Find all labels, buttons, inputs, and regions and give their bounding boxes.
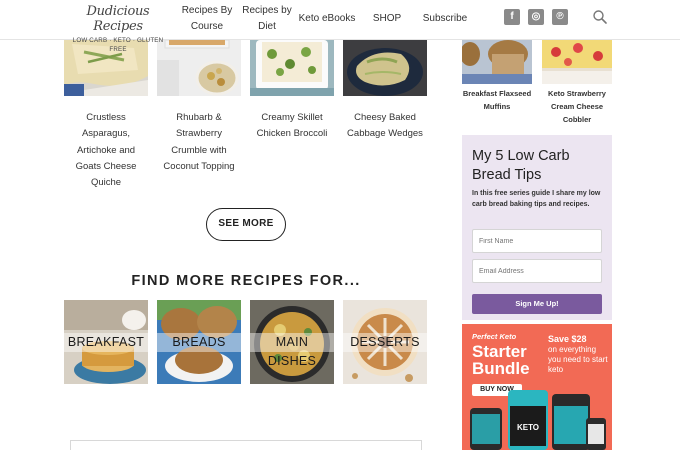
category-tile-breakfast[interactable]: BREAKFAST: [64, 300, 148, 384]
newsletter-signup-box: My 5 Low Carb Bread Tips In this free se…: [462, 135, 612, 320]
search-icon[interactable]: [592, 9, 608, 25]
sidebar-image-flaxseed-muffins[interactable]: [462, 40, 532, 84]
perfect-keto-ad[interactable]: Perfect Keto Starter Bundle Save $28 on …: [462, 324, 612, 450]
nav-diet-line1: Recipes by: [242, 5, 292, 16]
recipe-title-asparagus-quiche[interactable]: Crustless Asparagus, Artichoke and Goats…: [64, 110, 148, 191]
ad-product-keto-label: KETO: [517, 423, 539, 432]
category-label-desserts: DESSERTS: [350, 335, 420, 349]
first-name-field[interactable]: [472, 229, 602, 253]
recipe-title-rhubarb-crumble[interactable]: Rhubarb & Strawberry Crumble with Coconu…: [157, 110, 241, 175]
recipe-image-cabbage-wedges[interactable]: [343, 40, 427, 96]
category-tile-desserts[interactable]: DESSERTS: [343, 300, 427, 384]
nav-recipes-by-course[interactable]: Recipes By Course: [178, 3, 236, 35]
recipe-image-rhubarb-crumble[interactable]: [157, 40, 241, 96]
ad-product-image: KETO: [470, 390, 606, 450]
ad-title: Starter Bundle: [472, 342, 530, 378]
ad-copy: on everything you need to start keto: [548, 345, 608, 374]
recipe-title-cabbage-wedges[interactable]: Cheesy Baked Cabbage Wedges: [343, 110, 427, 143]
nav-diet-line2: Diet: [258, 21, 276, 32]
signup-description: In this free series guide I share my low…: [472, 190, 601, 208]
logo-tagline: LOW CARB · KETO · GLUTEN FREE: [72, 37, 164, 53]
ad-brand: Perfect Keto: [472, 332, 517, 341]
recipe-image-chicken-broccoli[interactable]: [250, 40, 334, 96]
logo-script-text: Dudicious Recipes: [86, 4, 150, 34]
recipe-title-chicken-broccoli[interactable]: Creamy Skillet Chicken Broccoli: [250, 110, 334, 143]
find-more-heading: FIND MORE RECIPES FOR...: [131, 273, 361, 289]
email-field[interactable]: [472, 259, 602, 283]
sidebar-image-strawberry-cobbler[interactable]: [542, 40, 612, 84]
pinterest-icon[interactable]: ℗: [552, 9, 568, 25]
instagram-icon[interactable]: ◎: [528, 9, 544, 25]
nav-recipes-by-diet[interactable]: Recipes by Diet: [242, 3, 292, 35]
ad-savings: Save $28: [548, 334, 587, 344]
site-header: Dudicious Recipes LOW CARB · KETO · GLUT…: [0, 0, 680, 53]
sidebar-title-strawberry-cobbler[interactable]: Keto Strawberry Cream Cheese Cobbler: [541, 87, 613, 126]
category-tile-main-dishes[interactable]: MAIN DISHES: [250, 300, 334, 384]
nav-course-line1: Recipes By: [181, 5, 233, 16]
site-logo[interactable]: Dudicious Recipes LOW CARB · KETO · GLUT…: [72, 4, 164, 53]
sidebar-title-flaxseed-muffins[interactable]: Breakfast Flaxseed Muffins: [461, 87, 533, 113]
facebook-icon[interactable]: f: [504, 9, 520, 25]
signup-heading: My 5 Low Carb Bread Tips: [472, 148, 570, 183]
see-more-button[interactable]: SEE MORE: [206, 208, 286, 241]
nav-course-line2: Course: [190, 21, 224, 32]
bottom-content-box: [70, 440, 422, 450]
category-tile-breads[interactable]: BREADS: [157, 300, 241, 384]
nav-keto-ebooks[interactable]: Keto eBooks: [298, 11, 356, 27]
sign-up-button[interactable]: Sign Me Up!: [472, 294, 602, 314]
category-label-breads: BREADS: [172, 335, 226, 349]
category-label-breakfast: BREAKFAST: [67, 335, 145, 349]
nav-subscribe[interactable]: Subscribe: [420, 11, 470, 27]
nav-shop[interactable]: SHOP: [372, 11, 402, 27]
category-label-main-dishes: MAIN DISHES: [267, 335, 317, 368]
